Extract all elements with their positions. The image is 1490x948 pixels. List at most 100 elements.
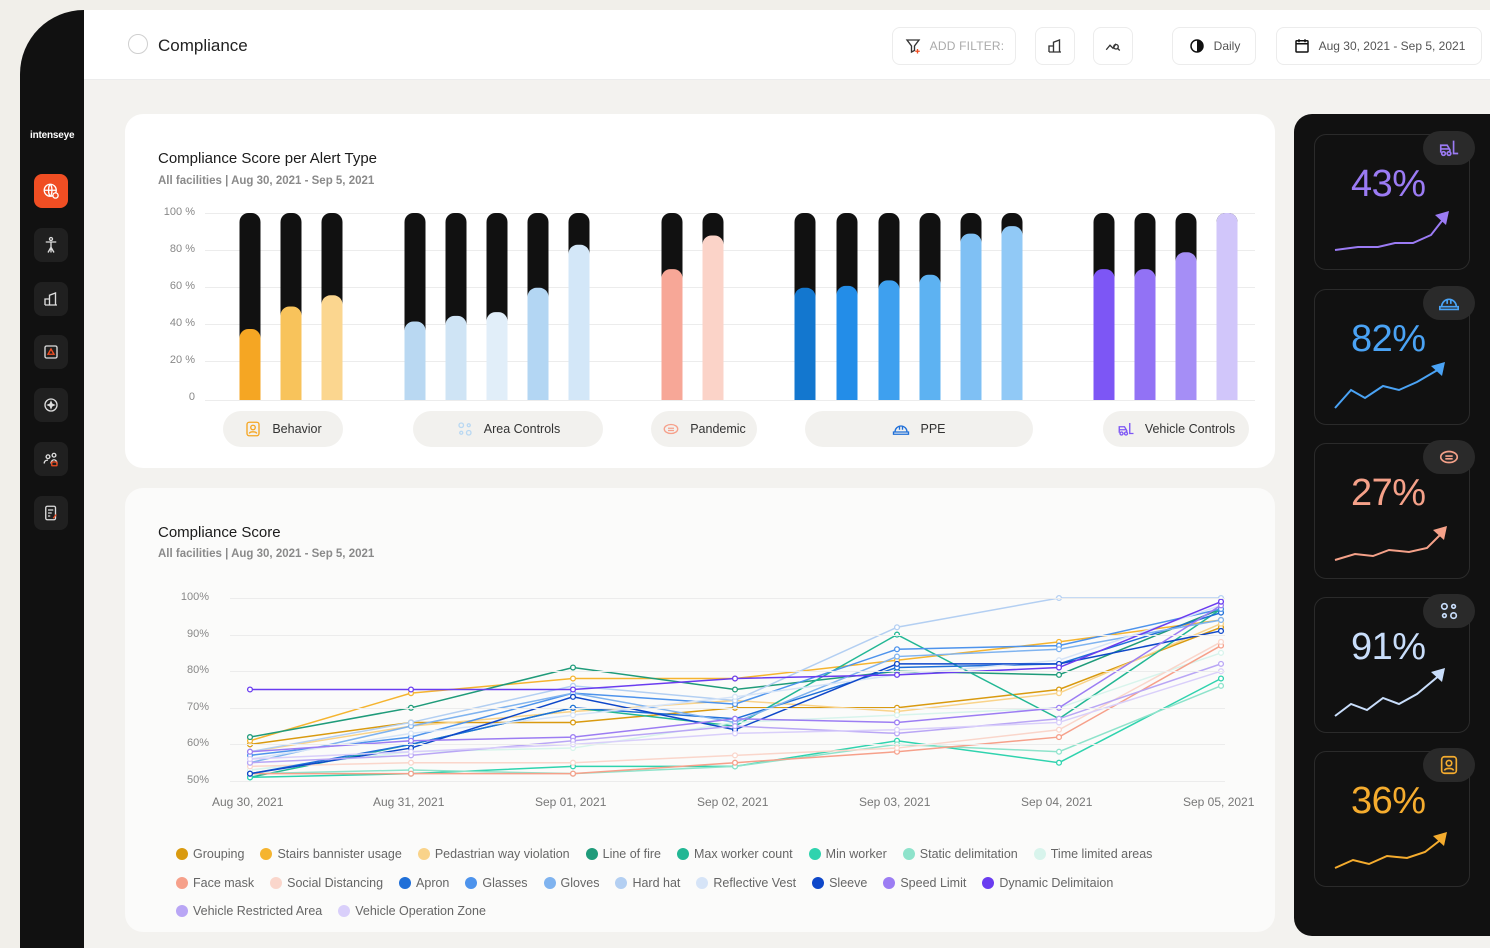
bar-value[interactable] bbox=[527, 287, 549, 400]
legend-item[interactable]: Grouping bbox=[176, 847, 244, 861]
line-point[interactable] bbox=[1217, 675, 1225, 682]
sidebar-item-target[interactable] bbox=[34, 388, 68, 422]
line-point[interactable] bbox=[246, 748, 254, 755]
bar-value[interactable] bbox=[702, 235, 724, 400]
bar-value[interactable] bbox=[486, 312, 508, 400]
bar-value[interactable] bbox=[404, 321, 426, 400]
bar-value[interactable] bbox=[1175, 252, 1197, 400]
line-point[interactable] bbox=[1217, 616, 1225, 624]
line-point[interactable] bbox=[569, 664, 577, 671]
line-point[interactable] bbox=[1217, 598, 1225, 605]
kpi-card[interactable]: 36% bbox=[1314, 748, 1475, 887]
group-pill-area-controls[interactable]: Area Controls bbox=[413, 411, 603, 447]
line-point[interactable] bbox=[893, 660, 901, 667]
line-point[interactable] bbox=[407, 686, 415, 693]
line-point[interactable] bbox=[893, 646, 901, 653]
bar-value[interactable] bbox=[239, 328, 261, 400]
legend-item[interactable]: Reflective Vest bbox=[696, 876, 796, 890]
line-point[interactable] bbox=[1055, 646, 1063, 653]
legend-item[interactable]: Vehicle Restricted Area bbox=[176, 904, 322, 918]
legend-item[interactable]: Gloves bbox=[543, 876, 599, 890]
legend-item[interactable]: Glasses bbox=[465, 876, 528, 890]
legend-item[interactable]: Hard hat bbox=[615, 876, 680, 890]
line-point[interactable] bbox=[407, 748, 415, 755]
sidebar-item-worker[interactable] bbox=[34, 228, 68, 262]
line-point[interactable] bbox=[731, 752, 739, 759]
line-series[interactable] bbox=[249, 611, 1222, 775]
group-pill-behavior[interactable]: Behavior bbox=[223, 411, 343, 447]
line-point[interactable] bbox=[1055, 734, 1063, 741]
bar-value[interactable] bbox=[794, 287, 816, 400]
group-pill-vehicle-controls[interactable]: Vehicle Controls bbox=[1103, 411, 1249, 447]
bar-value[interactable] bbox=[1001, 226, 1023, 400]
date-range-picker[interactable]: Aug 30, 2021 - Sep 5, 2021 bbox=[1276, 27, 1482, 65]
line-point[interactable] bbox=[407, 770, 415, 777]
line-point[interactable] bbox=[407, 759, 415, 766]
line-point[interactable] bbox=[731, 723, 739, 730]
line-point[interactable] bbox=[731, 730, 739, 737]
line-point[interactable] bbox=[569, 759, 577, 766]
line-point[interactable] bbox=[569, 719, 577, 726]
legend-item[interactable]: Stairs bannister usage bbox=[260, 847, 402, 861]
legend-item[interactable]: Pedastrian way violation bbox=[417, 847, 570, 861]
line-point[interactable] bbox=[1055, 759, 1063, 766]
line-point[interactable] bbox=[569, 712, 577, 719]
granularity-dropdown[interactable]: Daily bbox=[1172, 27, 1256, 65]
line-point[interactable] bbox=[893, 712, 901, 719]
legend-item[interactable]: Vehicle Operation Zone bbox=[338, 904, 486, 918]
legend-item[interactable]: Max worker count bbox=[677, 847, 793, 861]
line-point[interactable] bbox=[731, 759, 739, 766]
line-point[interactable] bbox=[246, 734, 254, 741]
line-point[interactable] bbox=[407, 719, 415, 726]
line-point[interactable] bbox=[246, 770, 254, 777]
line-point[interactable] bbox=[893, 719, 901, 726]
line-point[interactable] bbox=[407, 730, 415, 737]
line-point[interactable] bbox=[893, 671, 901, 678]
legend-item[interactable]: Apron bbox=[399, 876, 449, 890]
line-point[interactable] bbox=[569, 675, 577, 682]
sidebar-item-users[interactable] bbox=[34, 442, 68, 476]
line-point[interactable] bbox=[893, 726, 901, 733]
group-pill-ppe[interactable]: PPE bbox=[805, 411, 1033, 447]
sidebar-item-global[interactable] bbox=[34, 174, 68, 208]
kpi-card[interactable]: 27% bbox=[1314, 440, 1475, 579]
line-point[interactable] bbox=[1217, 649, 1225, 656]
sidebar-item-reports[interactable] bbox=[34, 496, 68, 530]
bar-value[interactable] bbox=[1134, 269, 1156, 400]
line-point[interactable] bbox=[1217, 682, 1225, 689]
legend-item[interactable]: Line of fire bbox=[585, 847, 661, 861]
line-point[interactable] bbox=[1217, 660, 1225, 667]
line-point[interactable] bbox=[569, 770, 577, 777]
legend-item[interactable]: Dynamic Delimitaion bbox=[982, 876, 1113, 890]
bar-value[interactable] bbox=[919, 274, 941, 400]
line-point[interactable] bbox=[407, 737, 415, 744]
line-point[interactable] bbox=[1055, 748, 1063, 755]
line-point[interactable] bbox=[1055, 690, 1063, 697]
legend-item[interactable]: Social Distancing bbox=[270, 876, 383, 890]
line-point[interactable] bbox=[569, 686, 577, 693]
bar-value[interactable] bbox=[960, 233, 982, 400]
legend-item[interactable]: Face mask bbox=[176, 876, 254, 890]
kpi-card[interactable]: 91% bbox=[1314, 594, 1475, 733]
bar-value[interactable] bbox=[1093, 269, 1115, 400]
bar-value[interactable] bbox=[280, 306, 302, 401]
line-point[interactable] bbox=[731, 715, 739, 722]
facility-view-button[interactable] bbox=[1035, 27, 1075, 65]
line-point[interactable] bbox=[1055, 726, 1063, 733]
line-point[interactable] bbox=[731, 675, 739, 682]
kpi-card[interactable]: 82% bbox=[1314, 286, 1475, 425]
bar-value[interactable] bbox=[661, 269, 683, 400]
line-point[interactable] bbox=[731, 693, 739, 700]
add-filter-button[interactable]: ADD FILTER: bbox=[892, 27, 1016, 65]
sidebar-item-facility[interactable] bbox=[34, 282, 68, 316]
analytics-button[interactable] bbox=[1093, 27, 1133, 65]
line-point[interactable] bbox=[893, 653, 901, 660]
bar-value[interactable] bbox=[321, 295, 343, 400]
legend-item[interactable]: Speed Limit bbox=[883, 876, 966, 890]
line-point[interactable] bbox=[893, 745, 901, 752]
line-point[interactable] bbox=[246, 686, 254, 693]
bar-value[interactable] bbox=[836, 285, 858, 400]
line-point[interactable] bbox=[246, 755, 254, 763]
line-point[interactable] bbox=[731, 686, 739, 693]
line-point[interactable] bbox=[569, 693, 577, 700]
